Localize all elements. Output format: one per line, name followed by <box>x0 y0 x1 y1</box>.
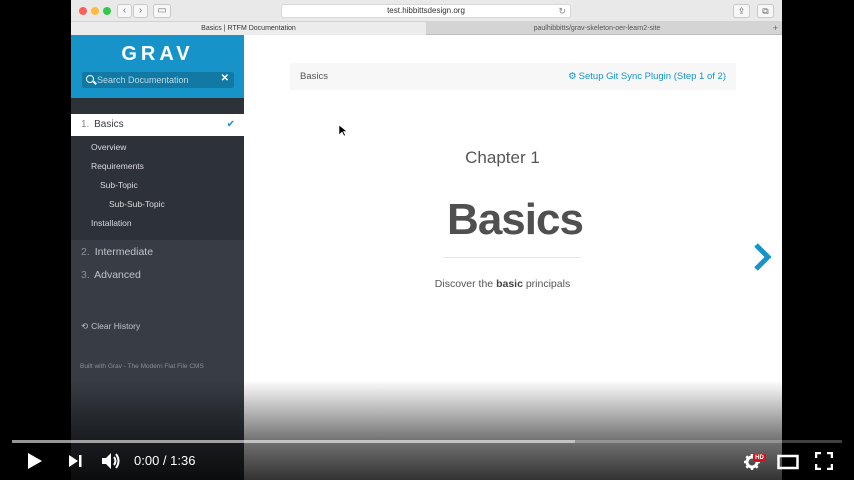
sidebar-item-basics[interactable]: 1. Basics ✔ <box>71 114 244 136</box>
reload-icon[interactable]: ↻ <box>558 5 566 17</box>
sidebar-item-number: 2. <box>81 246 90 258</box>
page-subtitle: Discover the basic principals <box>360 278 645 290</box>
clear-history-label: Clear History <box>91 321 141 331</box>
sidebar-subitem-installation[interactable]: Installation <box>91 218 132 228</box>
tab-github[interactable]: paulhibbitts/grav-skeleton-oer-learn2-si… <box>427 22 767 35</box>
built-with-text: Built with Grav - The Modern Flat File C… <box>80 363 204 370</box>
sidebar-item-intermediate[interactable]: 2. Intermediate <box>81 246 153 258</box>
page-title: Basics <box>447 195 584 244</box>
tabs-overview-icon[interactable]: ⧉ <box>757 4 774 18</box>
video-frame: ‹ › ▭ test.hibbittsdesign.org ↻ ⇪ ⧉ Basi… <box>0 0 854 480</box>
chapter-label: Chapter 1 <box>465 148 540 167</box>
title-divider <box>443 257 581 258</box>
minimize-window-button[interactable] <box>91 7 99 15</box>
new-tab-icon[interactable]: + <box>773 22 778 35</box>
browser-toolbar: ‹ › ▭ test.hibbittsdesign.org ↻ ⇪ ⧉ <box>71 0 782 22</box>
sidebar-item-number: 1. <box>81 119 90 130</box>
address-bar[interactable]: test.hibbittsdesign.org ↻ <box>281 4 571 18</box>
clear-search-icon[interactable]: ✕ <box>221 73 229 84</box>
sidebar-subitem-sub-sub-topic[interactable]: Sub-Sub-Topic <box>109 199 165 209</box>
player-gradient <box>0 380 854 480</box>
volume-icon[interactable] <box>100 451 122 471</box>
subtitle-pre: Discover the <box>434 278 497 290</box>
hd-badge: HD <box>753 454 766 462</box>
search-box: ✕ <box>82 72 234 88</box>
gear-icon: ⚙ <box>568 71 577 82</box>
search-icon <box>86 75 94 83</box>
subtitle-bold: basic <box>496 278 523 290</box>
close-window-button[interactable] <box>79 7 87 15</box>
sidebar-subitem-overview[interactable]: Overview <box>91 142 126 152</box>
sidebar-subitem-requirements[interactable]: Requirements <box>91 161 144 171</box>
tab-bar: Basics | RTFM Documentation paulhibbitts… <box>71 22 782 35</box>
sidebar-header: GRAV ✕ <box>71 35 244 98</box>
git-sync-label: Setup Git Sync Plugin (Step 1 of 2) <box>578 71 726 82</box>
address-url: test.hibbittsdesign.org <box>387 6 465 15</box>
tab-basics[interactable]: Basics | RTFM Documentation <box>71 22 426 35</box>
sidebar-divider <box>71 98 244 114</box>
next-video-icon[interactable] <box>67 453 83 469</box>
top-bar: Basics ⚙ Setup Git Sync Plugin (Step 1 of… <box>290 63 736 90</box>
grav-logo[interactable]: GRAV <box>71 43 244 66</box>
clear-history-link[interactable]: ⟲ Clear History <box>81 321 140 332</box>
check-icon: ✔ <box>226 119 235 130</box>
sidebar-item-label: Basics <box>94 119 124 130</box>
theater-mode-icon[interactable] <box>777 454 799 470</box>
back-button[interactable]: ‹ <box>117 4 132 18</box>
sidebar-item-label: Advanced <box>94 269 141 281</box>
history-icon: ⟲ <box>81 321 89 331</box>
search-input[interactable] <box>97 72 217 88</box>
sidebar-subnav: Overview Requirements Sub-Topic Sub-Sub-… <box>71 136 244 240</box>
time-display: 0:00 / 1:36 <box>134 453 196 468</box>
sidebar-item-number: 3. <box>81 269 90 281</box>
fullscreen-icon[interactable] <box>815 452 833 470</box>
git-sync-link[interactable]: ⚙ Setup Git Sync Plugin (Step 1 of 2) <box>568 63 726 90</box>
share-icon[interactable]: ⇪ <box>733 4 750 18</box>
progress-bar[interactable] <box>12 440 842 443</box>
forward-button[interactable]: › <box>133 4 148 18</box>
sidebar-toggle-icon[interactable]: ▭ <box>153 4 171 18</box>
breadcrumb: Basics <box>300 71 328 82</box>
play-icon[interactable] <box>26 451 44 471</box>
mouse-pointer-icon <box>339 125 348 137</box>
sidebar-subitem-sub-topic[interactable]: Sub-Topic <box>100 180 138 190</box>
sidebar-item-advanced[interactable]: 3. Advanced <box>81 269 141 281</box>
subtitle-post: principals <box>522 278 571 290</box>
next-page-icon[interactable] <box>751 242 775 272</box>
sidebar-item-label: Intermediate <box>94 246 154 258</box>
zoom-window-button[interactable] <box>103 7 111 15</box>
progress-buffered <box>12 440 575 443</box>
